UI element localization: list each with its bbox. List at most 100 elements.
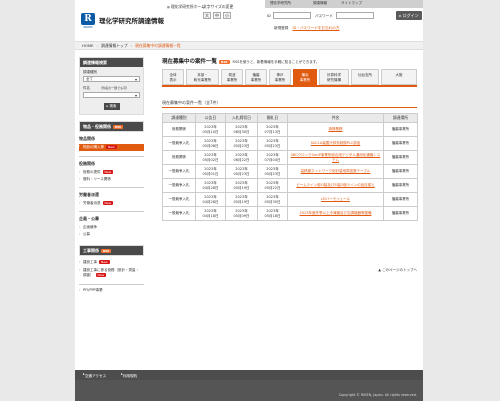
main-rss-icon[interactable]: RSS <box>219 59 230 64</box>
main-title-row: 現在募集中の案件一覧 RSS RSSを使うと、新着情報を手軽に知ることができます。 <box>162 57 417 66</box>
site-title[interactable]: 理化学研究所調達情報 <box>99 15 164 25</box>
font-size-small-button[interactable]: 小 <box>223 12 231 19</box>
cell-notice-date: 2023年 05月02日 <box>195 150 226 165</box>
cell-opening-date: 2023年 05月22日 <box>257 178 288 193</box>
arrow-icon: ▸ <box>399 13 402 18</box>
new-badge: New <box>95 273 107 277</box>
cell-location: 播磨事業所 <box>383 136 418 151</box>
page-top-link[interactable]: ▲ このページのトップへ <box>378 268 417 273</box>
top-nav: 理化学研究所 調達情報 サイトマップ <box>265 0 423 8</box>
riken-home-link[interactable]: 理化学研究所ホーム <box>167 4 205 10</box>
region-tabs: 全体 表示 本部・ 和光事業所 筑波 事業所 播磨 事業所 神戸 事業所 横浜 事業所 計算… <box>162 69 417 87</box>
tab-yokohama[interactable]: 横浜 事業所 <box>293 69 317 85</box>
column-header: 公告日 <box>195 113 226 123</box>
cell-notice-date: 2023年 04月18日 <box>195 206 226 221</box>
type-select-value: 全て <box>86 77 93 81</box>
works-box-title-text: 工事関係 <box>83 248 99 253</box>
page: R RIKEN 理化学研究所調達情報 理化学研究所ホーム 文字サイズの変更 大 … <box>75 0 423 401</box>
table-row: 一般競争入札 2023年 05月08日 2023年 05月23日 2023年 05月23日 S… <box>162 136 418 151</box>
keyword-hint: （件名の一部でも可） <box>99 86 130 90</box>
tab-harima[interactable]: 播磨 事業所 <box>245 69 267 85</box>
sidebar-item-public[interactable]: 公募 <box>79 232 144 237</box>
header: R RIKEN 理化学研究所調達情報 理化学研究所ホーム 文字サイズの変更 大 … <box>75 0 423 34</box>
cell-opening-date: 2023年 07月04日 <box>257 150 288 165</box>
cell-title[interactable]: SBCクロックGenP事業所総合用デジタル通用化通機システム <box>287 150 384 165</box>
search-button[interactable]: ▸ 検索 <box>103 103 120 110</box>
topnav-riken[interactable]: 理化学研究所 <box>270 1 291 6</box>
cell-deadline: 2023年 06月30日 <box>225 122 258 137</box>
section-heading: 企画・公募 <box>79 216 99 221</box>
cell-title[interactable]: 清掃業務 <box>287 122 384 137</box>
riken-logo[interactable]: R RIKEN <box>81 13 95 29</box>
breadcrumb-procurement[interactable]: 調達情報トップ <box>101 43 128 48</box>
footer: Copyright © RIKEN, Japan. All rights res… <box>75 380 423 401</box>
cell-deadline: 2023年 06月22日 <box>225 150 258 165</box>
goods-rss-icon[interactable]: RSS <box>113 125 124 129</box>
cell-deadline: 2023年 05月09日 <box>225 206 258 221</box>
table-row: 一般競争入札 2023年 04月18日 2023年 05月09日 2023年 05月18日 2… <box>162 206 418 221</box>
sidebar-item-construction[interactable]: 建設工事New <box>79 260 144 265</box>
logo-text: RIKEN <box>83 25 93 29</box>
cell-deadline: 2023年 05月23日 <box>225 164 258 179</box>
topnav-sitemap[interactable]: サイトマップ <box>341 1 362 6</box>
goods-box: 物品・役務関係 RSS <box>79 121 144 132</box>
table-row: 一般競争入札 2023年 04月28日 2023年 05月19日 2023年 05月22日ビ… <box>162 178 418 193</box>
search-button-label: 検索 <box>109 104 117 108</box>
cell-title[interactable]: ビームライン用Si製及びSi製2個ラインの品目揃え <box>287 178 384 193</box>
tab-aics[interactable]: 計算科学 研究機構 <box>319 69 349 85</box>
sidebar-item-dispatch[interactable]: 労働者派遣New <box>79 201 144 206</box>
sidebar-item-label: 役務の提供 <box>83 170 101 174</box>
sidebar-item-planning[interactable]: 企画競争 <box>79 225 144 230</box>
password-input[interactable] <box>336 12 374 19</box>
divider <box>79 156 144 157</box>
sidebar-item-goods-purchase[interactable]: 物品の購入等New <box>79 144 144 151</box>
divider <box>79 284 144 285</box>
goods-box-title-text: 物品・役務関係 <box>83 124 111 129</box>
new-badge: New <box>106 145 117 149</box>
font-size-medium-button[interactable]: 中 <box>213 12 221 19</box>
cell-location: 播磨事業所 <box>383 178 418 193</box>
section-heading: 役務関係 <box>79 161 95 166</box>
footer-link-access[interactable]: ▸ 交通アクセス <box>83 372 106 378</box>
search-box: 調達情報検索 調達種別 全て 件名 （件名の一部でも可） ▸ 検索 <box>79 57 144 115</box>
sidebar-item-construction-service[interactable]: 建設工事に係る役務（設計・測量・調査）New <box>79 268 141 278</box>
topnav-procurement[interactable]: 調達情報 <box>313 1 327 6</box>
type-label: 調達種別 <box>83 70 97 74</box>
cell-type: 一般競争入札 <box>162 178 196 193</box>
footer-link-terms[interactable]: ▸ 利用規約 <box>121 372 137 378</box>
id-input[interactable] <box>273 12 311 19</box>
tab-wako[interactable]: 本部・ 和光事業所 <box>186 69 219 85</box>
type-select[interactable]: 全て <box>83 76 140 82</box>
cell-type: 役務関係 <box>162 150 196 165</box>
works-box: 工事関係 RSS <box>79 245 144 256</box>
tab-tsukuba[interactable]: 筑波 事業所 <box>221 69 243 85</box>
tab-all[interactable]: 全体 表示 <box>162 69 184 85</box>
forgot-password-link[interactable]: ID・パスワードをお忘れの方 <box>293 26 340 30</box>
cell-title[interactable]: 2023年度冬季以上冷凍機及び空調機器等整備 <box>287 206 384 221</box>
keyword-input[interactable] <box>83 92 140 98</box>
footer-links: ▸ 交通アクセス ▸ 利用規約 <box>75 370 423 380</box>
tab-sendai[interactable]: 仙台支所 <box>351 69 379 85</box>
main-title: 現在募集中の案件一覧 <box>162 59 218 65</box>
cell-title[interactable]: SACLA装置冷却系制御PLC部品 <box>287 136 384 151</box>
register-link[interactable]: 新規登録 <box>274 26 288 30</box>
cell-deadline: 2023年 05月19日 <box>225 192 258 207</box>
tab-kobe[interactable]: 神戸 事業所 <box>269 69 291 85</box>
sidebar-item-label: 建設工事に係る役務（設計・測量・調査） <box>83 268 139 277</box>
cell-title[interactable]: LDバーモジュール <box>287 192 384 207</box>
cell-notice-date: 2023年 05月10日 <box>195 122 226 137</box>
tab-osaka[interactable]: 大阪 <box>381 69 417 85</box>
table-row: 役務関係 2023年 05月02日 2023年 06月22日 2023年 07月04日 SBC… <box>162 150 418 165</box>
divider <box>79 187 144 188</box>
works-rss-icon[interactable]: RSS <box>101 249 112 253</box>
cell-title[interactable]: 高精度ネットワーク用計量用周波数テーブル <box>287 164 384 179</box>
sidebar-item-service[interactable]: 役務の提供New <box>79 170 144 175</box>
font-size-large-button[interactable]: 大 <box>203 12 211 19</box>
breadcrumb-home[interactable]: HOME <box>82 43 94 48</box>
login-button[interactable]: ▸ ログイン <box>396 11 422 20</box>
sidebar-item-pfi[interactable]: PFI/PPP事業 <box>79 288 144 293</box>
sidebar-item-lease[interactable]: 借料・リース関係 <box>79 177 144 182</box>
cell-notice-date: 2023年 04月28日 <box>195 192 226 207</box>
goods-sections: 物品関係 物品の購入等New 役務関係 役務の提供New 借料・リース関係 労働… <box>79 132 144 237</box>
cell-location: 播磨事業所 <box>383 192 418 207</box>
